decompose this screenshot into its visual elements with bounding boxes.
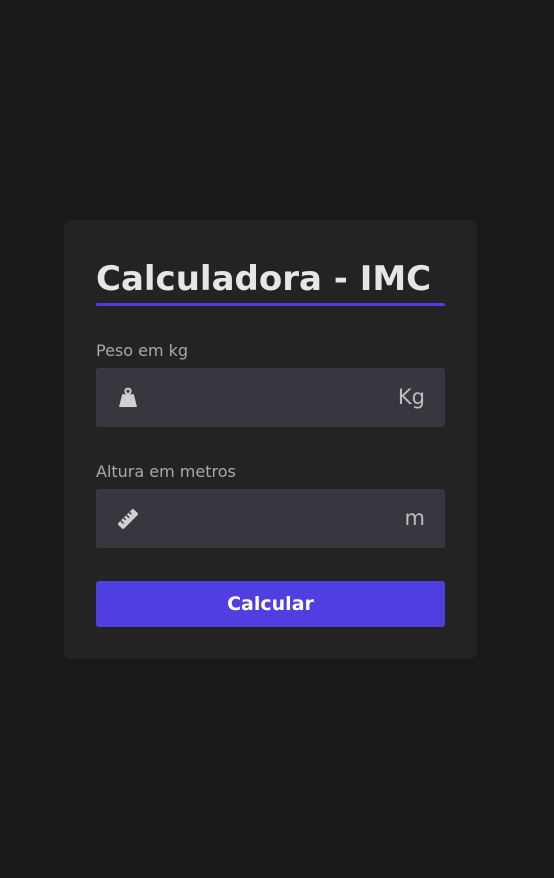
weight-field[interactable]: Kg [96,368,445,427]
page-title: Calculadora - IMC [96,259,432,299]
weight-icon [119,387,137,407]
height-label: Altura em metros [96,462,236,481]
height-input[interactable] [156,489,376,548]
weight-input[interactable] [156,368,376,427]
weight-label: Peso em kg [96,341,189,360]
calculate-button[interactable]: Calcular [96,581,445,627]
height-field[interactable]: m [96,489,445,548]
title-underline [96,303,445,306]
weight-unit: Kg [397,385,425,409]
height-unit: m [404,506,425,530]
imc-calculator-card: Calculadora - IMC Peso em kg Kg Altura e… [64,220,477,659]
ruler-icon [118,509,138,529]
